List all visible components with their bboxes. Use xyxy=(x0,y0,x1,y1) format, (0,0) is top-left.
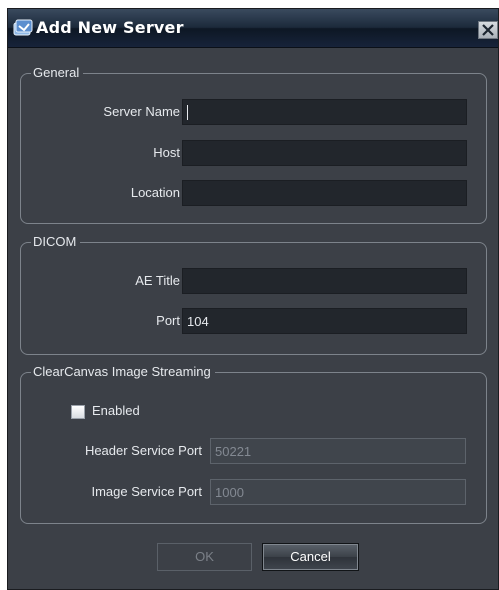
image-service-port-input[interactable]: 1000 xyxy=(210,479,466,505)
title-bar[interactable]: Add New Server xyxy=(8,9,498,48)
location-input[interactable] xyxy=(182,180,467,206)
header-service-port-value: 50221 xyxy=(215,444,252,459)
dicom-group: DICOM AE Title Port 104 xyxy=(20,234,487,355)
image-service-port-label: Image Service Port xyxy=(91,484,202,499)
dicom-legend: DICOM xyxy=(31,234,81,249)
cancel-button[interactable]: Cancel xyxy=(262,543,359,571)
close-button[interactable] xyxy=(478,21,498,39)
location-label: Location xyxy=(130,185,180,200)
enabled-label[interactable]: Enabled xyxy=(92,403,140,418)
host-input[interactable] xyxy=(182,140,467,166)
text-caret xyxy=(187,105,188,120)
port-value: 104 xyxy=(187,314,209,329)
general-group: General Server Name Host Location xyxy=(20,65,487,224)
server-icon xyxy=(13,19,33,36)
window-title: Add New Server xyxy=(36,18,184,37)
ae-title-input[interactable] xyxy=(182,268,467,294)
server-name-label: Server Name xyxy=(103,104,180,119)
add-server-dialog: Add New Server General Server Name Host … xyxy=(7,8,499,590)
header-service-port-label: Header Service Port xyxy=(84,443,202,458)
port-label: Port xyxy=(156,313,180,328)
header-service-port-input[interactable]: 50221 xyxy=(210,438,466,464)
enabled-checkbox[interactable] xyxy=(71,405,85,419)
host-label: Host xyxy=(153,145,180,160)
ok-button[interactable]: OK xyxy=(157,543,252,571)
server-name-input[interactable] xyxy=(182,99,467,125)
image-service-port-value: 1000 xyxy=(215,485,244,500)
port-input[interactable]: 104 xyxy=(182,308,467,334)
streaming-legend: ClearCanvas Image Streaming xyxy=(31,364,215,379)
general-legend: General xyxy=(31,65,84,80)
close-icon xyxy=(482,24,494,36)
ae-title-label: AE Title xyxy=(135,273,180,288)
streaming-group: ClearCanvas Image Streaming Enabled Head… xyxy=(20,364,487,524)
